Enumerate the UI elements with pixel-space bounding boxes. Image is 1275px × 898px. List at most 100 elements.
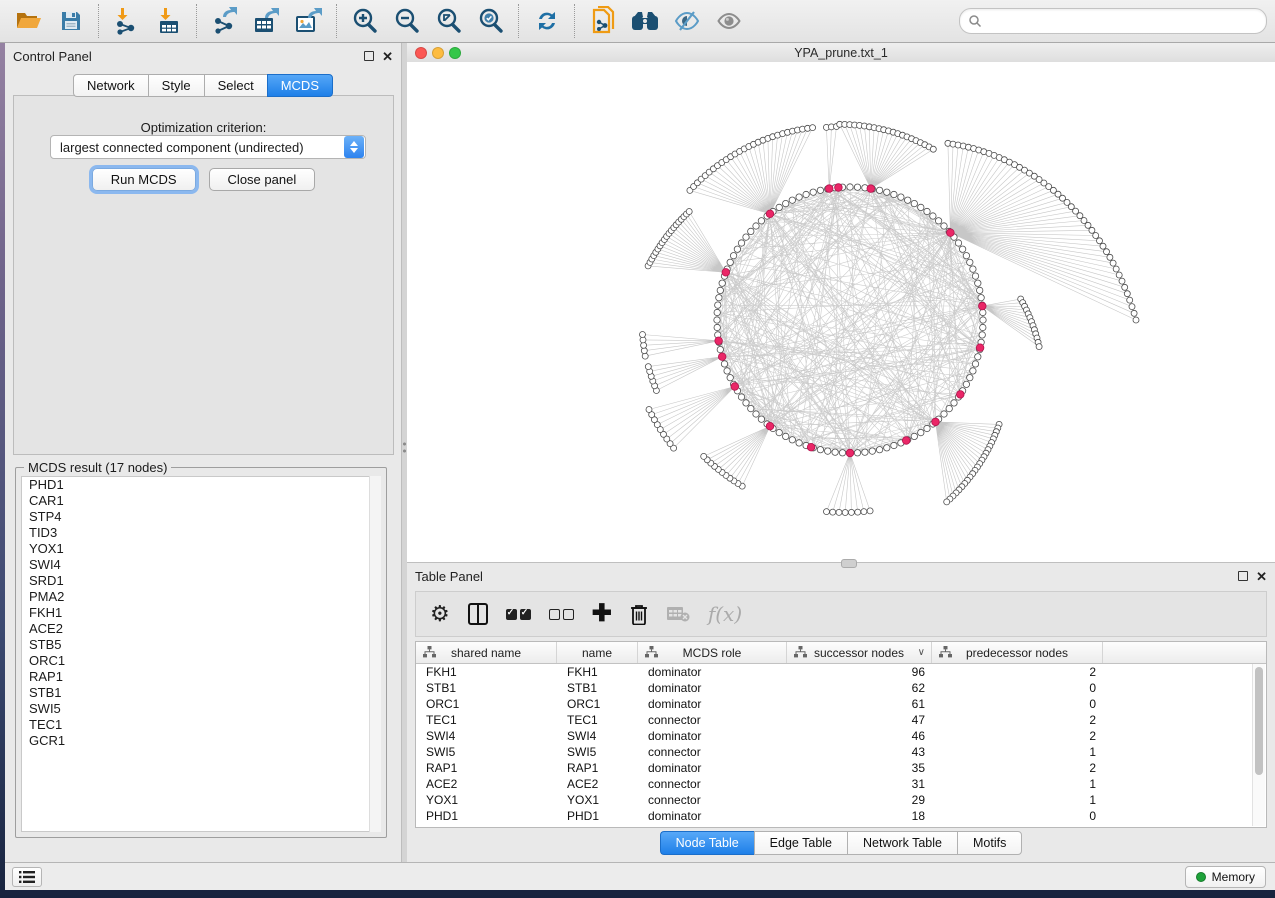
close-panel-icon[interactable]: ✕: [382, 50, 393, 63]
graph-node[interactable]: [930, 213, 936, 219]
show-columns-button[interactable]: [468, 599, 488, 629]
column-header-successor-nodes[interactable]: successor nodes ∨: [787, 642, 932, 663]
graph-node[interactable]: [646, 407, 652, 413]
table-cell[interactable]: 2: [932, 761, 1103, 775]
graph-node[interactable]: [640, 332, 646, 338]
graph-node[interactable]: [963, 381, 969, 387]
tab-style[interactable]: Style: [148, 74, 204, 97]
open-session-button[interactable]: [10, 3, 48, 39]
graph-mcds-node[interactable]: [846, 449, 854, 457]
graph-node[interactable]: [1133, 317, 1139, 323]
column-header-mcds-role[interactable]: MCDS role: [638, 642, 787, 663]
mcds-result-item[interactable]: TID3: [22, 525, 380, 541]
table-cell[interactable]: 0: [932, 697, 1103, 711]
table-cell[interactable]: SWI5: [416, 745, 557, 759]
table-cell[interactable]: dominator: [638, 697, 787, 711]
graph-node[interactable]: [743, 400, 749, 406]
graph-mcds-node[interactable]: [718, 353, 726, 361]
run-mcds-button[interactable]: Run MCDS: [92, 168, 196, 191]
graph-mcds-node[interactable]: [867, 185, 875, 193]
graph-mcds-node[interactable]: [731, 383, 739, 391]
zoom-in-button[interactable]: [346, 3, 384, 39]
graph-node[interactable]: [714, 309, 720, 315]
tab-edge-table[interactable]: Edge Table: [754, 831, 847, 855]
table-cell[interactable]: RAP1: [557, 761, 638, 775]
graph-mcds-node[interactable]: [825, 185, 833, 193]
table-cell[interactable]: ORC1: [416, 697, 557, 711]
table-row[interactable]: PHD1PHD1dominator180: [416, 808, 1266, 824]
graph-node[interactable]: [789, 197, 795, 203]
graph-node[interactable]: [911, 200, 917, 206]
table-row[interactable]: FKH1FKH1dominator962: [416, 664, 1266, 680]
graph-node[interactable]: [978, 295, 984, 301]
mcds-result-item[interactable]: FKH1: [22, 605, 380, 621]
graph-node[interactable]: [753, 223, 759, 229]
select-all-button[interactable]: [506, 599, 531, 629]
network-window-titlebar[interactable]: YPA_prune.txt_1: [407, 43, 1275, 63]
graph-node[interactable]: [686, 209, 692, 215]
graph-node[interactable]: [941, 411, 947, 417]
table-scrollbar[interactable]: [1252, 664, 1265, 826]
save-session-button[interactable]: [52, 3, 90, 39]
tab-select[interactable]: Select: [204, 74, 267, 97]
table-cell[interactable]: 62: [787, 681, 932, 695]
table-cell[interactable]: 47: [787, 713, 932, 727]
graph-node[interactable]: [724, 368, 730, 374]
graph-node[interactable]: [935, 218, 941, 224]
graph-node[interactable]: [714, 317, 720, 323]
graph-mcds-node[interactable]: [902, 437, 910, 445]
graph-node[interactable]: [645, 364, 651, 370]
table-cell[interactable]: 2: [932, 713, 1103, 727]
deselect-all-button[interactable]: [549, 599, 574, 629]
graph-node[interactable]: [955, 240, 961, 246]
graph-node[interactable]: [721, 361, 727, 367]
table-cell[interactable]: RAP1: [416, 761, 557, 775]
table-cell[interactable]: 61: [787, 697, 932, 711]
graph-mcds-node[interactable]: [979, 302, 987, 310]
graph-node[interactable]: [727, 375, 733, 381]
mcds-result-item[interactable]: SWI4: [22, 557, 380, 573]
table-cell[interactable]: connector: [638, 777, 787, 791]
graph-node[interactable]: [716, 295, 722, 301]
mcds-result-item[interactable]: SRD1: [22, 573, 380, 589]
graph-node[interactable]: [963, 253, 969, 259]
graph-mcds-node[interactable]: [722, 269, 730, 277]
graph-node[interactable]: [1104, 249, 1110, 255]
graph-node[interactable]: [975, 280, 981, 286]
graph-mcds-node[interactable]: [835, 184, 843, 192]
graph-node[interactable]: [719, 280, 725, 286]
graph-node[interactable]: [854, 450, 860, 456]
mcds-result-item[interactable]: STB1: [22, 685, 380, 701]
mcds-result-item[interactable]: TEC1: [22, 717, 380, 733]
table-cell[interactable]: 96: [787, 665, 932, 679]
search-input[interactable]: [982, 13, 1258, 29]
graph-node[interactable]: [776, 204, 782, 210]
function-builder-button[interactable]: f(x): [708, 599, 742, 629]
table-row[interactable]: SWI5SWI5connector431: [416, 744, 1266, 760]
graph-node[interactable]: [824, 509, 830, 515]
graph-node[interactable]: [758, 416, 764, 422]
mcds-list-scrollbar[interactable]: [369, 476, 381, 832]
network-graph[interactable]: [407, 62, 1275, 562]
graph-node[interactable]: [972, 273, 978, 279]
graph-node[interactable]: [911, 433, 917, 439]
scrollbar-thumb[interactable]: [1255, 667, 1263, 775]
hide-detail-button[interactable]: [668, 3, 706, 39]
export-image-button[interactable]: [290, 3, 328, 39]
graph-node[interactable]: [1129, 304, 1135, 310]
table-cell[interactable]: dominator: [638, 729, 787, 743]
graph-mcds-node[interactable]: [766, 422, 774, 430]
graph-node[interactable]: [817, 447, 823, 453]
status-menu-button[interactable]: [12, 867, 42, 887]
import-table-button[interactable]: [150, 3, 188, 39]
table-cell[interactable]: STB1: [416, 681, 557, 695]
delete-column-button[interactable]: [630, 599, 648, 629]
graph-node[interactable]: [717, 287, 723, 293]
graph-node[interactable]: [979, 332, 985, 338]
column-header-shared-name[interactable]: shared name: [416, 642, 557, 663]
graph-node[interactable]: [876, 447, 882, 453]
mcds-result-item[interactable]: ACE2: [22, 621, 380, 637]
table-cell[interactable]: 1: [932, 793, 1103, 807]
graph-node[interactable]: [898, 194, 904, 200]
graph-node[interactable]: [748, 405, 754, 411]
